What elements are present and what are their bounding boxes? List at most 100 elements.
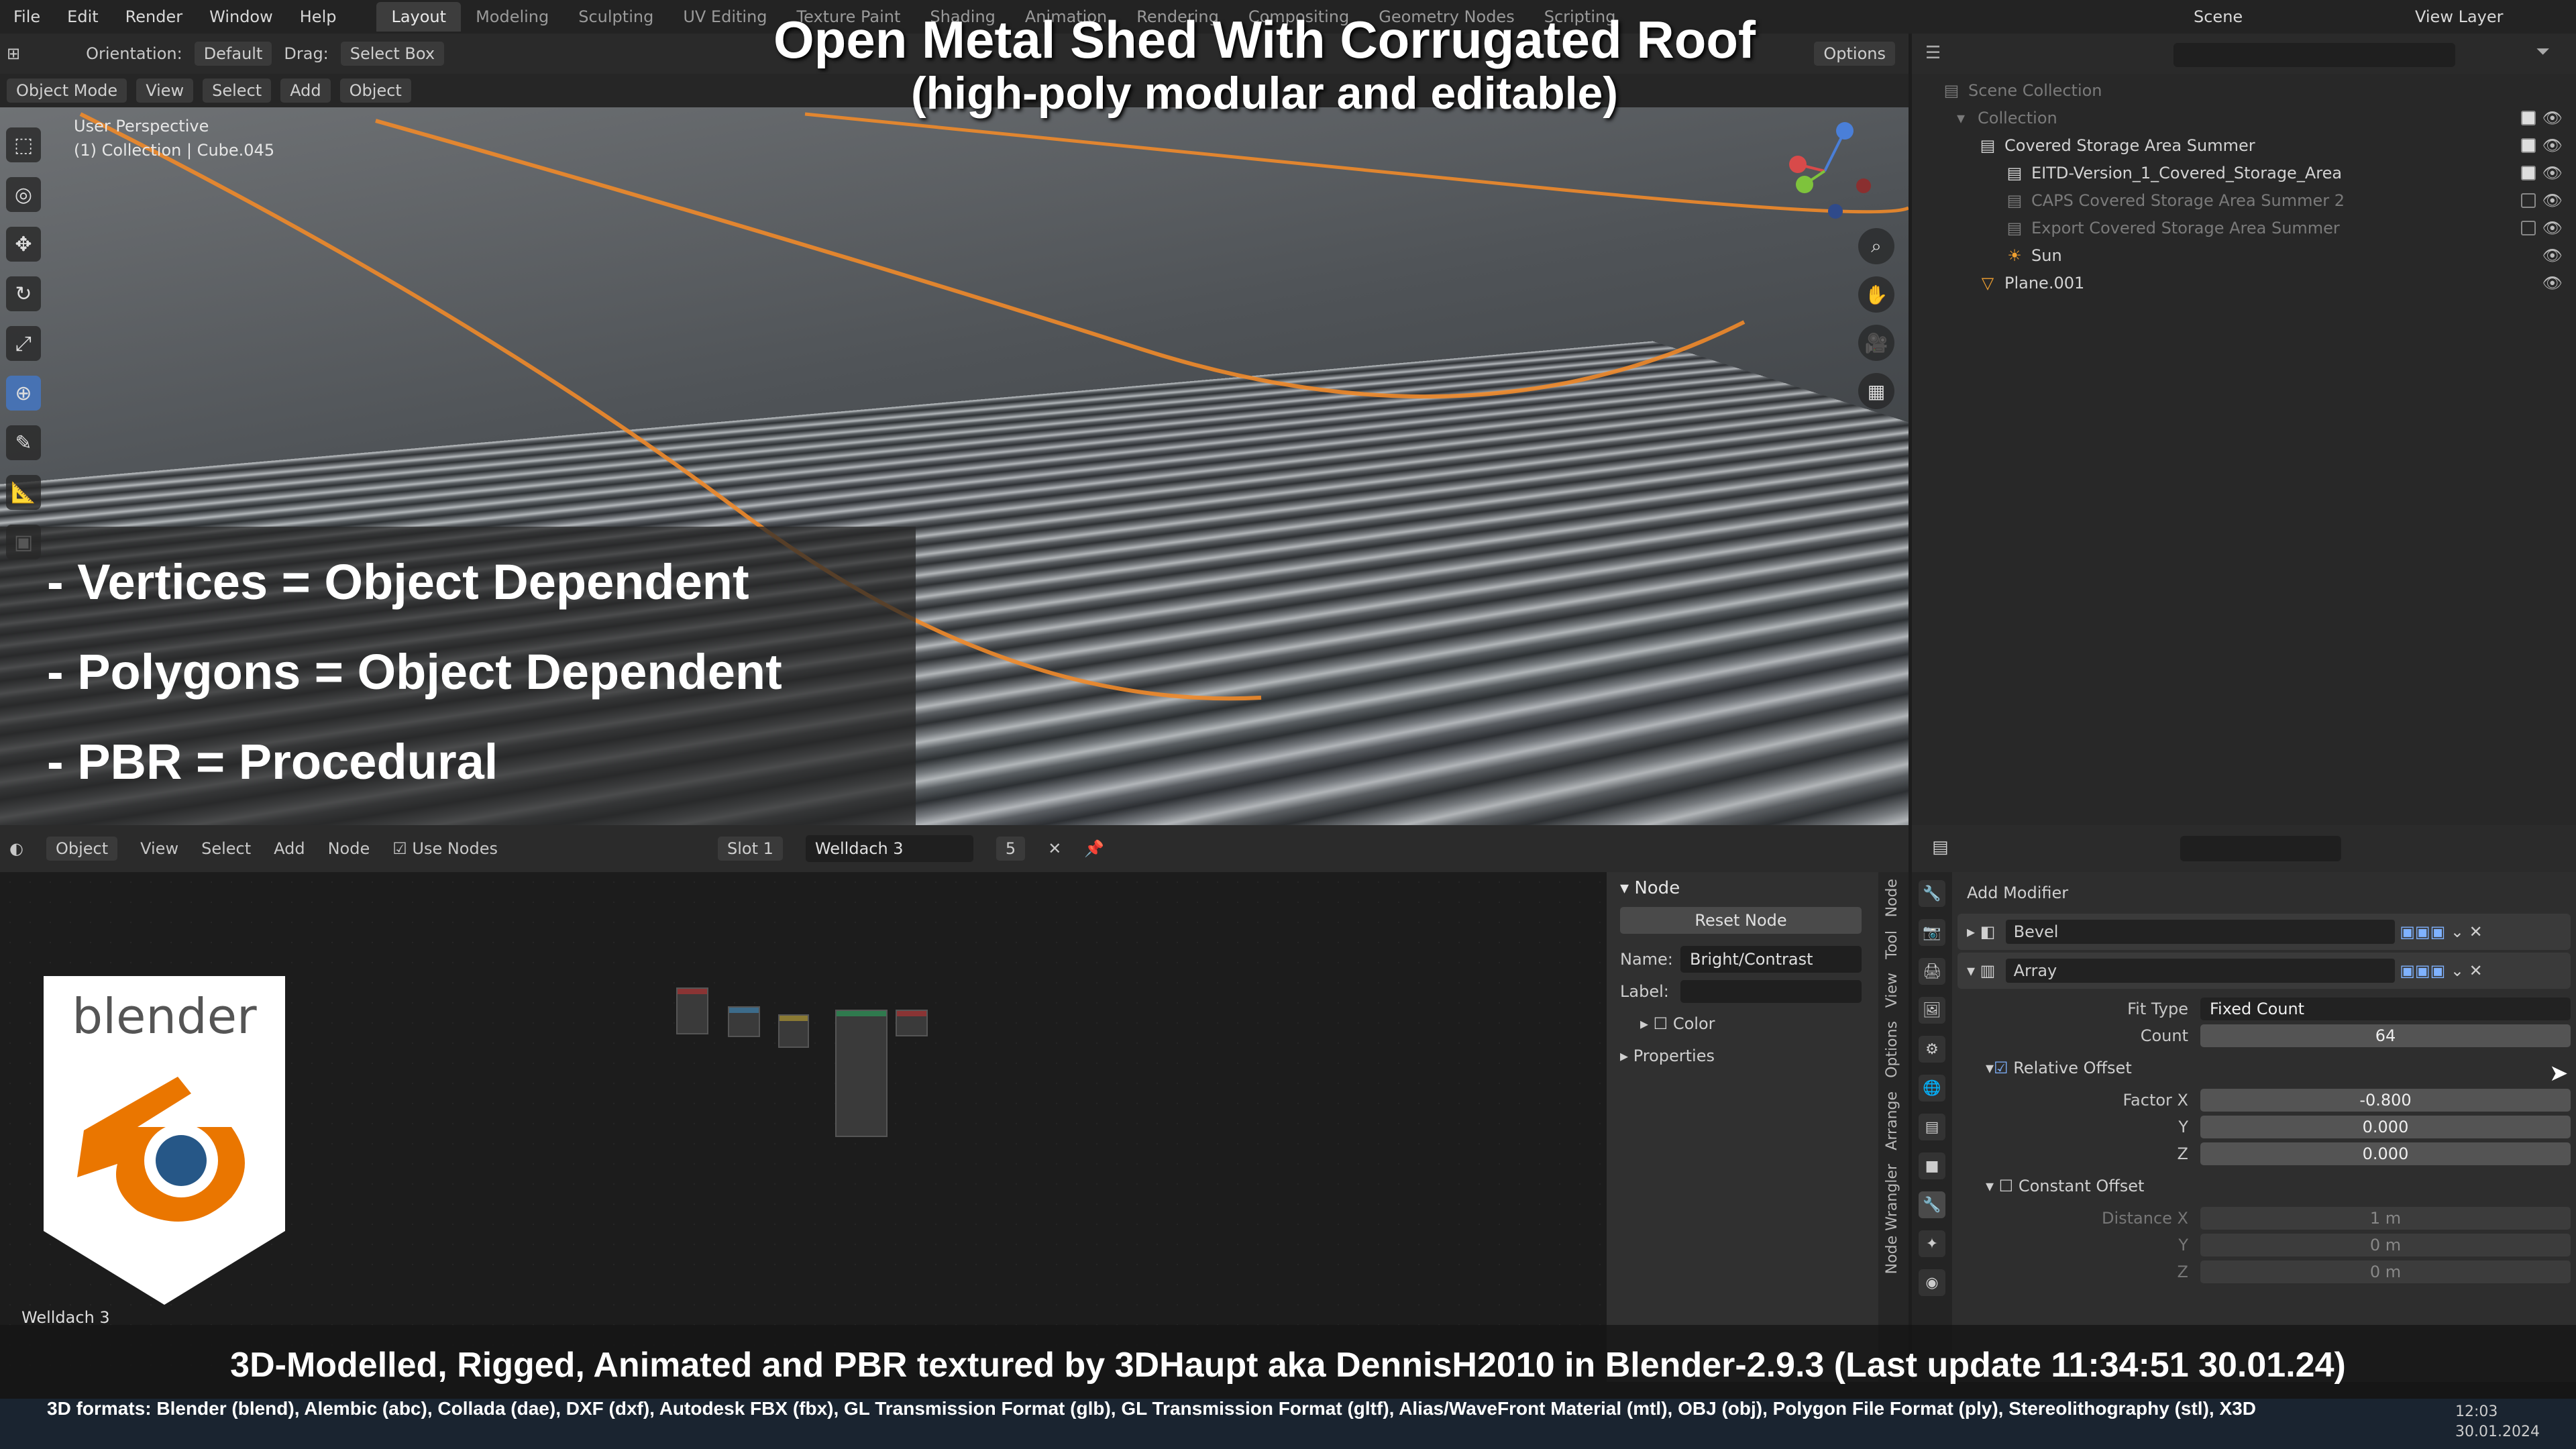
physics-tab-icon[interactable]: ◉: [1919, 1269, 1945, 1296]
material-users-count[interactable]: 5: [996, 837, 1026, 861]
slot-dropdown[interactable]: Slot 1: [718, 837, 783, 861]
pin-icon[interactable]: 📌: [1084, 839, 1104, 858]
use-nodes-checkbox[interactable]: ☑ Use Nodes: [392, 839, 498, 858]
object-dropdown[interactable]: Object: [46, 837, 118, 861]
zoom-icon[interactable]: ⌕: [1858, 228, 1894, 264]
factor-y-field[interactable]: 0.000: [2200, 1116, 2571, 1138]
editor-type-icon[interactable]: ◐: [9, 839, 23, 858]
eye-icon[interactable]: 👁: [2542, 219, 2563, 237]
eye-icon[interactable]: 👁: [2542, 109, 2563, 127]
outliner-row-label: Collection: [1978, 108, 2057, 127]
modifier-bevel[interactable]: ▸ ◧ Bevel ▣▣▣ ⌄ ✕: [1957, 914, 2571, 950]
outliner-row[interactable]: ▤ Export Covered Storage Area Summer 👁: [1912, 214, 2576, 241]
rotate-tool-icon[interactable]: ↻: [6, 276, 41, 311]
reset-node-button[interactable]: Reset Node: [1620, 907, 1862, 934]
object-tab-icon[interactable]: ■: [1919, 1152, 1945, 1179]
outliner-row[interactable]: ▾ Collection 👁: [1912, 104, 2576, 131]
modifier-visibility-icons[interactable]: ▣▣▣: [2400, 922, 2445, 941]
outliner-editor-icon[interactable]: ☰: [1925, 43, 1941, 63]
annotate-tool-icon[interactable]: ✎: [6, 425, 41, 460]
camera-view-icon[interactable]: 🎥: [1858, 325, 1894, 361]
transform-tool-icon[interactable]: ⊕: [6, 376, 41, 411]
pan-hand-icon[interactable]: ✋: [1858, 276, 1894, 313]
cursor-tool-icon[interactable]: ◎: [6, 177, 41, 212]
scale-tool-icon[interactable]: ⤢: [6, 326, 41, 361]
active-collection-label: (1) Collection | Cube.045: [74, 141, 275, 160]
principled-bsdf-node[interactable]: [835, 1010, 888, 1137]
exclude-checkbox[interactable]: [2521, 193, 2536, 208]
outliner-search-input[interactable]: [2174, 43, 2455, 67]
factor-z-field[interactable]: 0.000: [2200, 1142, 2571, 1165]
close-icon[interactable]: ✕: [1048, 839, 1061, 858]
exclude-checkbox[interactable]: [2521, 165, 2536, 180]
count-field[interactable]: 64: [2200, 1024, 2571, 1047]
outliner-row[interactable]: ▤ EITD-Version_1_Covered_Storage_Area 👁: [1912, 159, 2576, 186]
menu-view[interactable]: View: [140, 839, 178, 858]
outliner-row[interactable]: ▤ Covered Storage Area Summer 👁: [1912, 131, 2576, 159]
tab-tool[interactable]: Tool: [1878, 924, 1906, 966]
collection-tab-icon[interactable]: ▤: [1919, 1114, 1945, 1140]
exclude-checkbox[interactable]: [2521, 110, 2536, 125]
render-tab-icon[interactable]: 📷: [1919, 919, 1945, 946]
node-sidebar: ▾ Node Reset Node Name: Bright/Contrast L…: [1607, 872, 1878, 1382]
output-tab-icon[interactable]: 🖨: [1919, 958, 1945, 985]
fit-type-dropdown[interactable]: Fixed Count: [2200, 998, 2571, 1020]
material-output-node[interactable]: [896, 1010, 928, 1036]
add-modifier-button[interactable]: Add Modifier: [1957, 875, 2571, 911]
tool-tab-icon[interactable]: 🔧: [1919, 880, 1945, 907]
tab-node[interactable]: Node: [1878, 872, 1906, 924]
node-name-field[interactable]: Bright/Contrast: [1680, 946, 1862, 973]
constant-offset-panel[interactable]: ▾ ☐ Constant Offset: [1952, 1173, 2576, 1199]
editor-type-icon[interactable]: ▤: [1932, 837, 1949, 857]
shader-node[interactable]: [778, 1014, 809, 1048]
node-label-field[interactable]: [1680, 980, 1862, 1003]
exclude-checkbox[interactable]: [2521, 138, 2536, 153]
taskbar-clock[interactable]: 12:03 30.01.2024: [2455, 1402, 2540, 1442]
outliner-row[interactable]: ☀ Sun 👁: [1912, 241, 2576, 269]
eye-icon[interactable]: 👁: [2542, 246, 2563, 265]
filter-icon[interactable]: ⏷: [2536, 42, 2550, 62]
distance-x-field[interactable]: 1 m: [2200, 1207, 2571, 1230]
scene-tab-icon[interactable]: ⚙: [1919, 1036, 1945, 1063]
view-layer-tab-icon[interactable]: 🖼: [1919, 997, 1945, 1024]
eye-icon[interactable]: 👁: [2542, 136, 2563, 155]
relative-offset-panel[interactable]: ▾ ☑ Relative Offset: [1952, 1055, 2576, 1081]
menu-select[interactable]: Select: [201, 839, 251, 858]
eye-icon[interactable]: 👁: [2542, 274, 2563, 292]
modifier-tab-icon[interactable]: 🔧: [1919, 1191, 1945, 1218]
world-tab-icon[interactable]: 🌐: [1919, 1075, 1945, 1102]
outliner-row[interactable]: ▽ Plane.001 👁: [1912, 269, 2576, 297]
tab-node-wrangler[interactable]: Node Wrangler: [1878, 1157, 1906, 1281]
distance-z-field[interactable]: 0 m: [2200, 1260, 2571, 1283]
axis-gizmo[interactable]: [1771, 117, 1878, 225]
outliner-row[interactable]: ▤ Scene Collection: [1912, 76, 2576, 104]
outliner-row-label: Covered Storage Area Summer: [2004, 136, 2255, 155]
menu-node[interactable]: Node: [328, 839, 370, 858]
measure-tool-icon[interactable]: 📐: [6, 475, 41, 510]
modifier-visibility-icons[interactable]: ▣▣▣: [2400, 961, 2445, 980]
move-tool-icon[interactable]: ✥: [6, 227, 41, 262]
color-subpanel[interactable]: ▸ ☐ Color: [1607, 1008, 1878, 1040]
ortho-grid-icon[interactable]: ▦: [1858, 373, 1894, 409]
tab-arrange[interactable]: Arrange: [1878, 1085, 1906, 1157]
factor-x-field[interactable]: -0.800: [2200, 1089, 2571, 1112]
tab-view[interactable]: View: [1878, 966, 1906, 1014]
particles-tab-icon[interactable]: ✦: [1919, 1230, 1945, 1257]
node-section-header[interactable]: ▾ Node: [1607, 872, 1878, 904]
modifier-array[interactable]: ▾ ▥ Array ▣▣▣ ⌄ ✕: [1957, 953, 2571, 989]
distance-y-field[interactable]: 0 m: [2200, 1234, 2571, 1256]
sun-light-icon: ☀: [2007, 246, 2022, 265]
outliner-row-label: Sun: [2031, 246, 2062, 265]
eye-icon[interactable]: 👁: [2542, 164, 2563, 182]
outliner-row[interactable]: ▤ CAPS Covered Storage Area Summer 2 👁: [1912, 186, 2576, 214]
exclude-checkbox[interactable]: [2521, 220, 2536, 235]
shader-node[interactable]: [728, 1006, 760, 1037]
material-name-field[interactable]: Welldach 3: [805, 835, 973, 862]
shader-node[interactable]: [676, 987, 708, 1034]
select-tool-icon[interactable]: ⬚: [6, 127, 41, 162]
menu-add[interactable]: Add: [274, 839, 305, 858]
tab-options[interactable]: Options: [1878, 1014, 1906, 1085]
properties-search-input[interactable]: [2180, 836, 2341, 861]
eye-icon[interactable]: 👁: [2542, 191, 2563, 210]
properties-subpanel[interactable]: ▸ Properties: [1607, 1040, 1878, 1072]
